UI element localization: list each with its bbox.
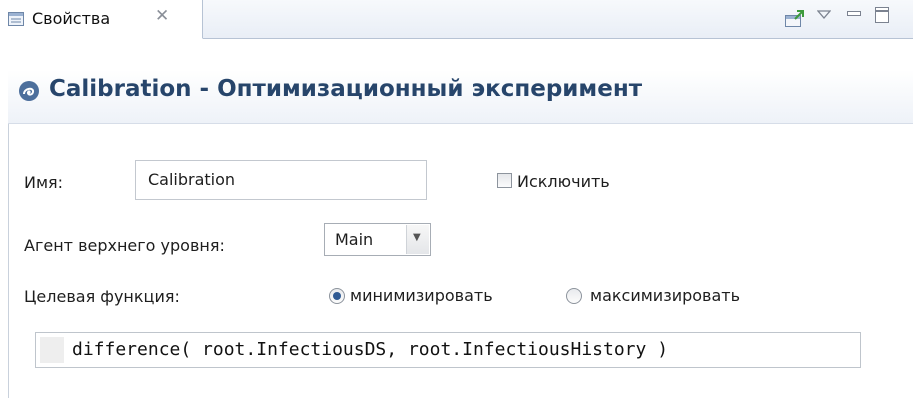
objective-expression: difference( root.InfectiousDS, root.Infe…	[72, 339, 669, 360]
objective-expression-editor[interactable]: difference( root.InfectiousDS, root.Infe…	[35, 332, 861, 368]
objective-label: Целевая функция:	[24, 287, 180, 306]
exclude-label[interactable]: Исключить	[517, 172, 610, 191]
title-bar: Calibration - Оптимизационный эксперимен…	[8, 70, 913, 124]
exclude-checkbox[interactable]	[497, 173, 512, 188]
top-agent-combo[interactable]: Main ▼	[324, 223, 431, 256]
top-agent-label: Агент верхнего уровня:	[24, 236, 225, 255]
tab-properties[interactable]: Свойства ✕	[0, 0, 203, 39]
page-title: Calibration - Оптимизационный эксперимен…	[49, 76, 643, 102]
minimize-radio[interactable]	[329, 288, 345, 304]
radio-selected-dot	[333, 292, 341, 300]
properties-view: Свойства ✕ Calibration - Оптимизационный…	[0, 0, 913, 398]
name-field-value: Calibration	[148, 170, 236, 189]
top-agent-value: Main	[335, 230, 374, 249]
editor-gutter	[40, 337, 64, 363]
chevron-down-icon[interactable]	[817, 10, 831, 20]
name-label: Имя:	[24, 173, 64, 192]
minimize-icon[interactable]	[846, 8, 862, 18]
panel-border	[8, 124, 9, 398]
maximize-label[interactable]: максимизировать	[590, 286, 740, 305]
optimization-experiment-icon	[19, 81, 39, 101]
properties-icon	[8, 12, 24, 26]
chevron-down-icon: ▼	[413, 232, 421, 243]
tab-label: Свойства	[32, 9, 111, 28]
minimize-label[interactable]: минимизировать	[350, 286, 493, 305]
maximize-icon[interactable]	[874, 6, 890, 24]
close-icon[interactable]: ✕	[155, 6, 169, 26]
combo-dropdown-button[interactable]: ▼	[406, 225, 429, 254]
pin-editor-icon[interactable]	[784, 9, 806, 29]
view-tab-bar: Свойства ✕	[0, 0, 913, 39]
name-field[interactable]: Calibration	[135, 160, 427, 200]
maximize-radio[interactable]	[566, 288, 582, 304]
